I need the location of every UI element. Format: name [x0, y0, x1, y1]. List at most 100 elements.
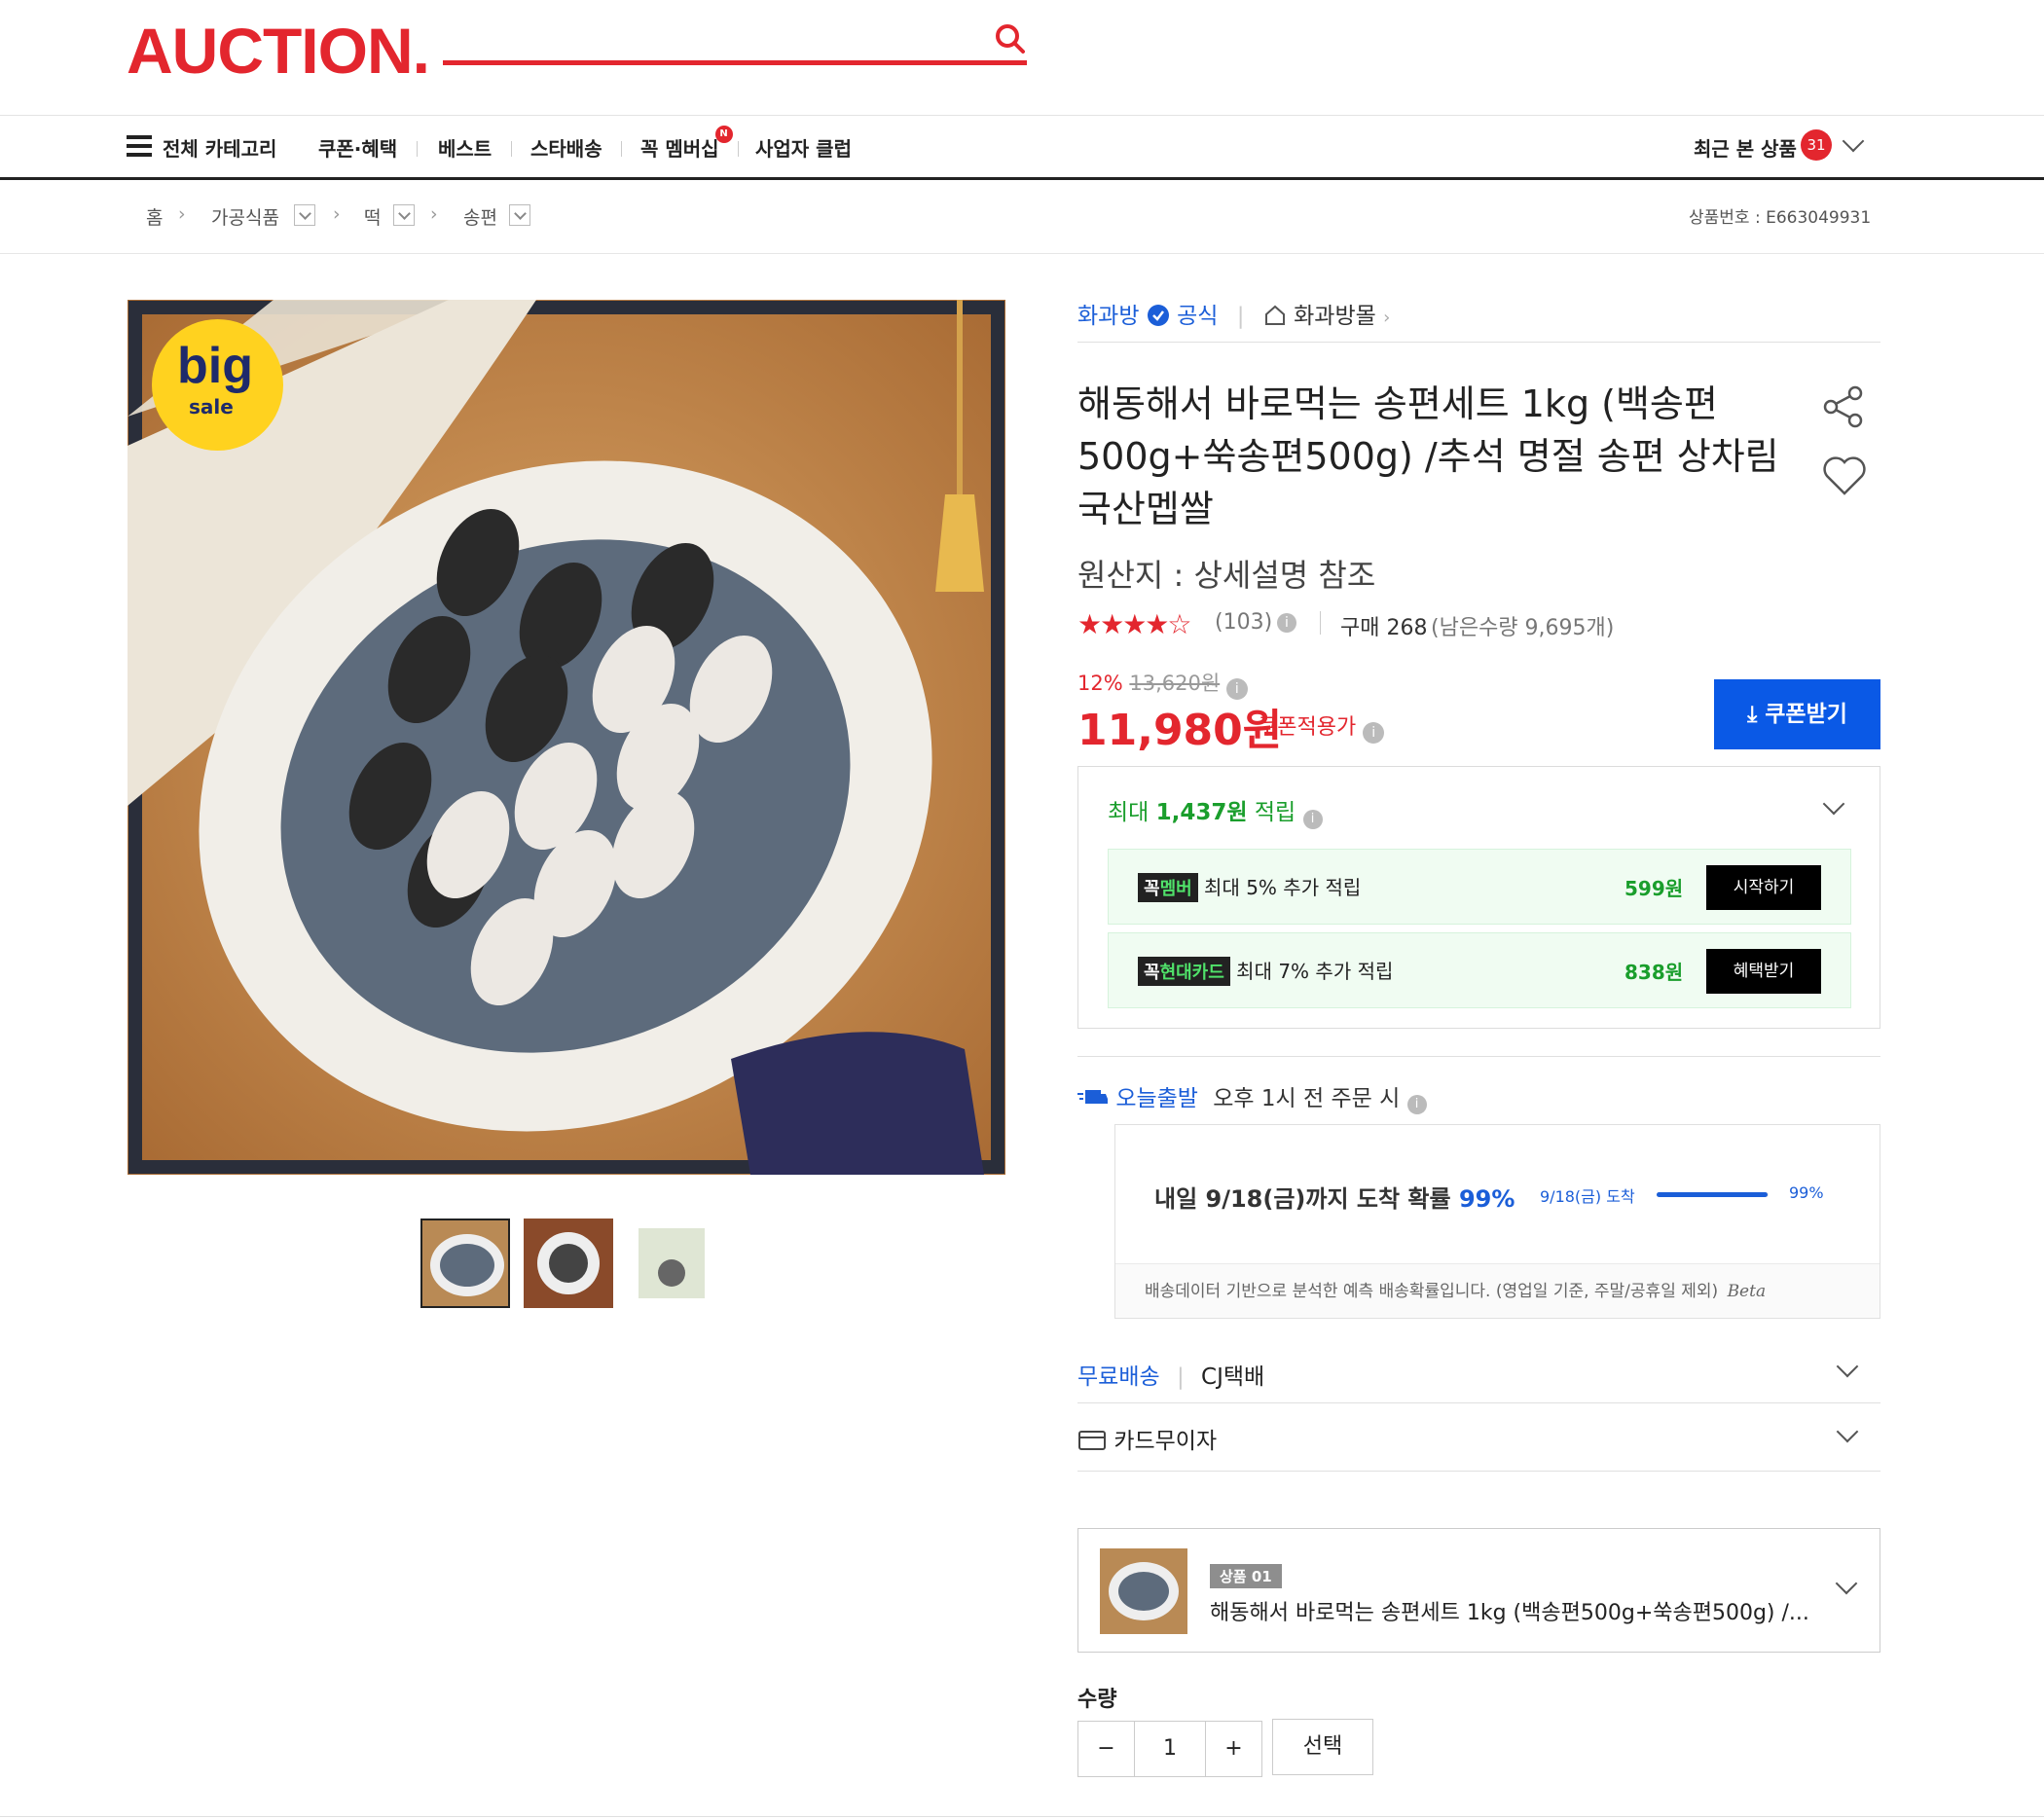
download-icon: ⤓ — [1747, 702, 1758, 727]
purchase-count: 구매 268 — [1340, 616, 1428, 640]
option-name: 해동해서 바로먹는 송편세트 1kg (백송편500g+쑥송편500g) /..… — [1210, 1601, 1809, 1625]
chevron-down-icon[interactable] — [509, 204, 530, 226]
get-benefit-button[interactable]: 혜택받기 — [1706, 949, 1821, 994]
search-icon[interactable] — [993, 21, 1028, 56]
card-installment-row[interactable]: 카드무이자 — [1077, 1422, 1217, 1455]
share-icon[interactable] — [1822, 385, 1865, 428]
chevron-down-icon[interactable] — [294, 204, 315, 226]
product-main-image[interactable]: big sale — [128, 300, 1005, 1175]
reward-row-card: 꼭현대카드 최대 7% 추가 적립 838원 혜택받기 — [1108, 932, 1851, 1008]
arrival-bar-percent: 99% — [1789, 1183, 1824, 1202]
chevron-down-icon[interactable] — [1836, 1420, 1859, 1443]
main-nav: 전체 카테고리 쿠폰·혜택 베스트 스타배송 꼭 멤버십 N 사업자 클럽 최근… — [0, 115, 2044, 180]
breadcrumb: 홈 › 가공식품 › 떡 › 송편 상품번호 : E663049931 — [0, 180, 2044, 254]
arrival-progress-fill — [1657, 1192, 1768, 1197]
new-badge: N — [714, 126, 733, 143]
breadcrumb-level-2[interactable]: 떡 — [364, 203, 381, 230]
nav-star-delivery[interactable]: 스타배송 — [530, 133, 602, 162]
product-number: 상품번호 : E663049931 — [1689, 208, 1872, 228]
rating[interactable]: ★★★★☆ — [1077, 608, 1192, 640]
search-input[interactable] — [443, 60, 1027, 65]
selected-option[interactable]: 상품 01 해동해서 바로먹는 송편세트 1kg (백송편500g+쑥송편500… — [1077, 1528, 1880, 1653]
coupon-download-button[interactable]: ⤓ 쿠폰받기 — [1714, 679, 1880, 749]
seller-name[interactable]: 화과방 — [1077, 304, 1139, 329]
today-shipping-label: 오늘출발 — [1115, 1086, 1198, 1111]
plus-icon[interactable]: + — [1205, 1722, 1261, 1776]
nav-membership[interactable]: 꼭 멤버십 N — [640, 126, 733, 162]
remaining-stock: (남은수량 9,695개) — [1431, 616, 1615, 640]
quantity-label: 수량 — [1077, 1688, 1117, 1712]
info-icon[interactable]: i — [1302, 810, 1323, 829]
store-home-icon — [1264, 305, 1285, 325]
breadcrumb-level-1[interactable]: 가공식품 — [211, 203, 279, 230]
nav-business-club[interactable]: 사업자 클럽 — [755, 133, 852, 162]
verified-icon — [1147, 305, 1169, 326]
info-icon[interactable]: i — [1363, 722, 1385, 744]
membership-tag: 꼭멤버 — [1138, 873, 1198, 902]
info-icon[interactable]: i — [1406, 1095, 1427, 1114]
chevron-down-icon[interactable] — [1835, 1572, 1858, 1595]
arrival-prediction-box: 내일 9/18(금)까지 도착 확률 99% 9/18(금) 도착 99% 배송… — [1114, 1124, 1880, 1319]
nav-coupon[interactable]: 쿠폰·혜택 — [318, 133, 397, 162]
recent-count-badge: 31 — [1801, 129, 1832, 161]
reward-amount: 599원 — [1624, 877, 1684, 900]
chevron-down-icon[interactable] — [1842, 129, 1865, 153]
big-sale-badge: big sale — [152, 319, 283, 451]
hyundai-card-tag: 꼭현대카드 — [1138, 957, 1230, 986]
arrival-bar-label: 9/18(금) 도착 — [1540, 1187, 1635, 1206]
free-shipping-row[interactable]: 무료배송 | CJ택배 — [1077, 1358, 1264, 1391]
sale-price: 11,980원 — [1077, 706, 1283, 755]
arrival-disclaimer: 배송데이터 기반으로 분석한 예측 배송확률입니다. (영업일 기준, 주말/공… — [1115, 1263, 1880, 1318]
badge-big-text: big — [177, 338, 253, 394]
chevron-down-icon[interactable] — [1822, 792, 1845, 816]
reward-panel: 최대 1,437원 적립 i 꼭멤버 최대 5% 추가 적립 599원 시작하기… — [1077, 766, 1880, 1029]
discount-rate: 12% — [1077, 672, 1123, 695]
thumbnail-2[interactable] — [524, 1219, 613, 1308]
badge-sale-text: sale — [189, 395, 234, 418]
fast-delivery-icon — [1077, 1090, 1108, 1104]
start-membership-button[interactable]: 시작하기 — [1706, 865, 1821, 910]
reward-text: 최대 7% 추가 적립 — [1236, 960, 1394, 983]
today-shipping-condition: 오후 1시 전 주문 시 — [1213, 1086, 1401, 1111]
nav-all-categories[interactable]: 전체 카테고리 — [163, 133, 276, 162]
store-link[interactable]: 화과방몰 — [1294, 304, 1376, 329]
thumbnail-1[interactable] — [420, 1219, 510, 1308]
reward-text: 최대 5% 추가 적립 — [1204, 876, 1362, 899]
product-title: 해동해서 바로먹는 송편세트 1kg (백송편500g+쑥송편500g) /추석… — [1077, 382, 1779, 530]
quantity-input[interactable]: 1 — [1135, 1722, 1205, 1776]
option-tag: 상품 01 — [1210, 1564, 1282, 1588]
review-count[interactable]: (103) — [1215, 610, 1272, 635]
price-note: 쿠폰적용가 i — [1258, 709, 1385, 744]
coupon-price-label: 쿠폰적용가 — [1258, 715, 1357, 740]
thumbnail-3[interactable] — [627, 1219, 716, 1308]
nav-membership-label: 꼭 멤버십 — [640, 137, 719, 161]
recent-items-label[interactable]: 최근 본 상품 — [1694, 133, 1797, 162]
minus-icon[interactable]: − — [1078, 1722, 1135, 1776]
nav-best[interactable]: 베스트 — [438, 133, 492, 162]
max-reward-amount: 1,437원 — [1155, 800, 1248, 825]
card-installment-label: 카드무이자 — [1113, 1429, 1218, 1454]
max-reward[interactable]: 최대 1,437원 적립 i — [1108, 793, 1323, 829]
info-icon[interactable]: i — [1277, 613, 1296, 633]
menu-icon[interactable] — [127, 135, 152, 157]
rating-stars: ★★★★☆ — [1077, 608, 1192, 640]
reward-row-membership: 꼭멤버 최대 5% 추가 적립 599원 시작하기 — [1108, 849, 1851, 925]
select-button[interactable]: 선택 — [1272, 1719, 1373, 1775]
auction-logo[interactable]: AUCTION. — [127, 14, 430, 88]
chevron-right-icon[interactable]: › — [1383, 308, 1390, 328]
chevron-down-icon[interactable] — [1836, 1355, 1859, 1378]
seller-info: 화과방 공식 | 화과방몰 › — [1077, 304, 1391, 329]
heart-icon[interactable] — [1822, 455, 1867, 496]
free-shipping-label: 무료배송 — [1077, 1364, 1160, 1390]
original-price: 13,620원 — [1129, 672, 1221, 695]
breadcrumb-home[interactable]: 홈 — [146, 203, 163, 230]
chevron-down-icon[interactable] — [393, 204, 415, 226]
today-shipping: 오늘출발 오후 1시 전 주문 시 i — [1077, 1079, 1427, 1114]
breadcrumb-level-3[interactable]: 송편 — [463, 203, 497, 230]
option-thumbnail — [1100, 1548, 1187, 1634]
quantity-stepper: − 1 + — [1077, 1721, 1262, 1777]
arrival-text: 내일 9/18(금)까지 도착 확률 99% — [1154, 1185, 1515, 1213]
beta-label: Beta — [1727, 1282, 1767, 1301]
coupon-button-label: 쿠폰받기 — [1765, 702, 1847, 727]
origin-info: 원산지 : 상세설명 참조 — [1077, 557, 1376, 594]
